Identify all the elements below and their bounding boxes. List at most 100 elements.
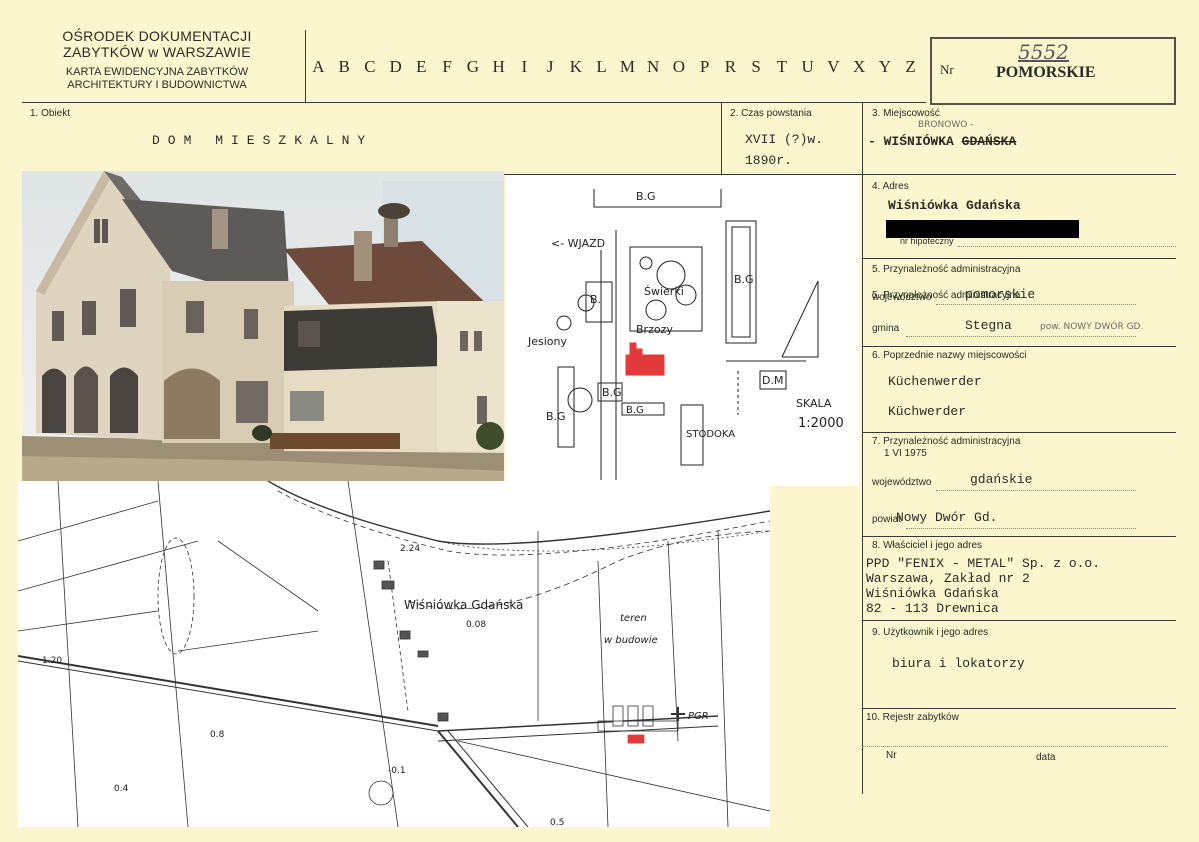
field-gmina-label: gmina — [872, 323, 900, 334]
index-letter: G — [466, 57, 481, 76]
index-letter: Z — [905, 57, 917, 76]
field-gmina-value: Stegna — [965, 318, 1012, 333]
region-name: POMORSKIE — [996, 64, 1096, 81]
sketch-label-skala: SKALA — [796, 397, 832, 410]
sketch-label-brzozy: Brzozy — [636, 323, 673, 336]
field-uzytkownik-label: 9. Użytkownik i jego adres — [872, 627, 989, 638]
index-letter: U — [801, 57, 815, 76]
index-letter: L — [596, 57, 608, 76]
index-letter-strip: ABCDEFGHIJKLMNOPRSTUVXYZ — [306, 32, 924, 102]
index-letter: X — [852, 57, 867, 76]
field-adres-label: 4. Adres — [872, 181, 909, 192]
field-przyn1975-label: 7. Przynależność administracyjna — [872, 436, 1021, 447]
field-przyn-label-top: 5. Przynależność administracyjna — [872, 264, 1021, 275]
field-przyn1975-date: 1 VI 1975 — [884, 448, 927, 459]
index-letter: I — [521, 57, 529, 76]
field-wlasciciel-label: 8. Właściciel i jego adres — [872, 540, 983, 551]
sketch-scale-value: 1:2000 — [798, 416, 844, 431]
header-rule — [22, 102, 926, 103]
building-photo — [22, 171, 504, 483]
field-miejscowosc-handwritten: BRONOWO - — [918, 120, 974, 130]
field-wojewodztwo-label: województwo — [872, 292, 932, 303]
sketch-label-bg-left: B.G — [546, 410, 566, 423]
card-type-line2: ARCHITEKTURY I BUDOWNICTWA — [67, 78, 247, 91]
field-powiat-value: Nowy Dwór Gd. — [896, 510, 998, 525]
index-letter: O — [672, 57, 687, 76]
field-poprzednie-name1: Küchenwerder — [888, 374, 982, 389]
map-height-008: 0.08 — [466, 620, 486, 630]
field-obiekt-label: 1. Obiekt — [30, 108, 71, 119]
field-gmina-handwritten: pow. NOWY DWÓR GD. — [1040, 322, 1144, 332]
sketch-label-bg-small: B.G — [602, 386, 622, 399]
sketch-house-marker — [625, 342, 665, 376]
index-letter: H — [492, 57, 506, 76]
map-height-120: 1.20 — [42, 656, 62, 666]
map-label-w-budowie: w budowie — [604, 635, 658, 646]
index-letter: B — [338, 57, 351, 76]
field-wojewodztwo-value: pomorskie — [965, 287, 1036, 302]
map-height-08: 0.8 — [210, 730, 225, 740]
field-poprzednie-label: 6. Poprzednie nazwy miejscowości — [872, 350, 1027, 361]
institution-name-line1: OŚRODEK DOKUMENTACJI — [62, 28, 252, 44]
field-adres-value: Wiśniówka Gdańska — [888, 198, 1021, 213]
field-uzytkownik-value: biura i lokatorzy — [892, 656, 1025, 671]
index-letter: M — [619, 57, 636, 76]
map-label-pgr: PGR — [688, 711, 709, 722]
index-letter: J — [546, 57, 555, 76]
card-type-line1: KARTA EWIDENCYJNA ZABYTKÓW — [65, 66, 249, 79]
field-miejscowosc-value: - WIŚNIÓWKA GDAŃSKA — [868, 134, 1017, 149]
map-label-place: Wiśniówka Gdańska — [404, 598, 523, 612]
map-height-05: 0.5 — [550, 818, 564, 827]
nr-label: Nr — [940, 62, 954, 77]
index-letter: Y — [878, 57, 893, 76]
sketch-label-swierki: Świerki — [644, 285, 684, 298]
field-wlasciciel-line2: Warszawa, Zakład nr 2 — [866, 571, 1030, 586]
index-letter: D — [389, 57, 403, 76]
index-letter: R — [724, 57, 738, 76]
sketch-label-dm: D.M — [762, 374, 783, 387]
index-letter: T — [776, 57, 789, 76]
field-czas-line2: 1890r. — [745, 153, 792, 168]
index-letter: K — [569, 57, 584, 76]
index-letter: N — [646, 57, 661, 76]
field-obiekt-value: DOM MIESZKALNY — [152, 133, 374, 148]
sketch-label-stodoka: STODOKA — [686, 429, 735, 440]
sketch-label-bg-right: B.G — [734, 273, 754, 286]
map-location-marker — [627, 734, 645, 744]
sketch-label-bg-bottom: B.G — [626, 405, 644, 416]
index-letter: V — [827, 57, 841, 76]
field-rejestr-label: 10. Rejestr zabytków — [866, 712, 959, 723]
field-wlasciciel-line3: Wiśniówka Gdańska — [866, 586, 999, 601]
field-hipoteczny-label: nr hipoteczny — [900, 236, 954, 246]
field-czas-label: 2. Czas powstania — [730, 108, 812, 119]
institution-name-line2: ZABYTKÓW w WARSZAWIE — [63, 44, 251, 61]
index-letter: P — [699, 57, 711, 76]
map-height-224: 2.24 — [400, 544, 420, 554]
field-woj1975-value: gdańskie — [970, 472, 1033, 487]
sketch-label-b: B. — [590, 293, 601, 306]
map-label-teren: teren — [620, 613, 647, 624]
field-poprzednie-name2: Küchwerder — [888, 404, 967, 419]
field-wlasciciel-line4: 82 - 113 Drewnica — [866, 601, 999, 616]
sketch-label-bg-top: B.G — [636, 190, 656, 203]
index-letter: C — [364, 57, 377, 76]
index-letter: F — [442, 57, 453, 76]
field-rejestr-nr-label: Nr — [886, 750, 897, 761]
sketch-label-wjazd: <- WJAZD — [551, 237, 605, 250]
site-sketch: B.G <- WJAZD Świerki B. B.G Jesiony Brzo… — [506, 175, 859, 486]
index-letter: A — [312, 57, 326, 76]
building-photo-image — [22, 171, 504, 483]
sketch-label-jesiony: Jesiony — [527, 335, 568, 348]
location-map: Wiśniówka Gdańska teren w budowie PGR 2.… — [18, 481, 770, 827]
institution-block: OŚRODEK DOKUMENTACJI ZABYTKÓW w WARSZAWI… — [42, 28, 272, 91]
field-czas-line1: XVII (?)w. — [745, 132, 824, 147]
field-miejscowosc-label: 3. Miejscowość — [872, 108, 940, 119]
card-number: 5552 — [1018, 40, 1069, 64]
index-letter: S — [751, 57, 762, 76]
map-height-04: 0.4 — [114, 784, 129, 794]
field-rejestr-data-label: data — [1036, 752, 1056, 763]
field-wlasciciel-line1: PPD "FENIX - METAL" Sp. z o.o. — [866, 556, 1101, 571]
map-height-01: -0.1 — [388, 766, 406, 776]
index-letter: E — [416, 57, 428, 76]
field-woj1975-label: województwo — [872, 477, 932, 488]
